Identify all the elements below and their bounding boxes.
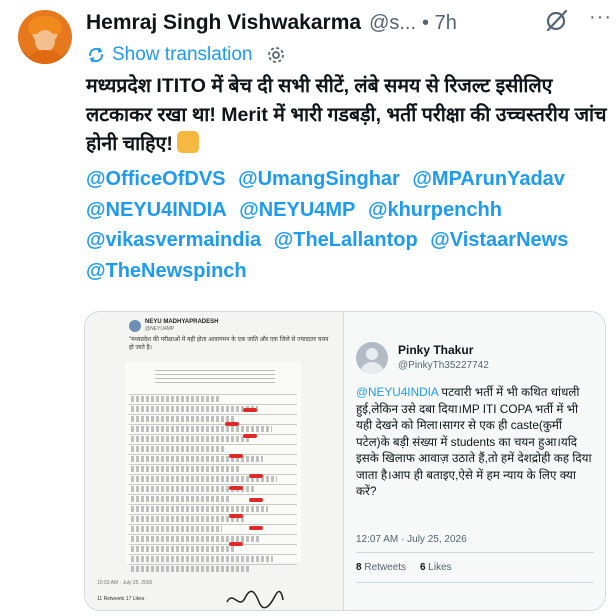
avatar-robe bbox=[24, 50, 66, 64]
quoted-stats: 8 Retweets 6 Likes bbox=[356, 562, 452, 573]
sheet-row-line bbox=[129, 414, 297, 415]
sheet-row-text bbox=[131, 526, 222, 532]
sheet-row-text bbox=[131, 456, 263, 462]
sheet-row-text bbox=[131, 466, 240, 472]
mention-link[interactable]: @NEYU4INDIA bbox=[86, 199, 227, 221]
sheet-row-text bbox=[131, 496, 231, 502]
sheet-row-text bbox=[131, 406, 258, 412]
signature-mark bbox=[226, 590, 284, 609]
sheet-row-text bbox=[131, 426, 272, 432]
show-translation-button[interactable]: Show translation bbox=[86, 42, 286, 68]
quoted-author-name: Pinky Thakur bbox=[398, 343, 474, 357]
doc-footer-time: 10:03 AM · July 25, 2026 bbox=[97, 580, 153, 586]
sheet-row-line bbox=[129, 504, 297, 505]
author-handle[interactable]: @s... bbox=[369, 12, 416, 35]
like-count: 6 bbox=[419, 562, 426, 573]
tweet-time[interactable]: • 7h bbox=[422, 12, 457, 35]
red-highlight-mark bbox=[229, 454, 243, 458]
sheet-row-line bbox=[129, 494, 297, 495]
more-options-icon[interactable]: ··· bbox=[589, 6, 612, 29]
sheet-row-line bbox=[129, 464, 297, 465]
mention-link[interactable]: @MPArunYadav bbox=[412, 168, 565, 190]
sheet-row-line bbox=[129, 454, 297, 455]
sheet-row-text bbox=[131, 416, 235, 422]
retweet-count: 8 bbox=[356, 562, 362, 573]
quoted-timestamp: 12:07 AM · July 25, 2026 bbox=[356, 534, 467, 545]
mention-link[interactable]: @vikasvermaindia bbox=[86, 229, 261, 251]
sheet-row-line bbox=[129, 554, 297, 555]
tweet-text: मध्यप्रदेश ITITO में बेच दी सभी सीटें, ल… bbox=[86, 72, 610, 159]
sheet-row-text bbox=[131, 446, 226, 452]
media-grid: NEYU MADHYAPRADESH @NEYU4MP "मध्यप्रदेश … bbox=[84, 311, 606, 611]
mention-link[interactable]: @khurpenchh bbox=[368, 199, 502, 221]
gear-icon[interactable] bbox=[266, 45, 286, 65]
mention-link[interactable]: @OfficeOfDVS bbox=[86, 168, 226, 190]
quoted-tweet-text: @NEYU4INDIA पटवारी भर्ती में भी कथित धां… bbox=[356, 384, 594, 500]
sheet-row-text bbox=[131, 396, 221, 402]
sheet-row-text bbox=[131, 516, 245, 522]
doc-account-name: NEYU MADHYAPRADESH bbox=[145, 319, 219, 325]
mention-link[interactable]: @NEYU4MP bbox=[239, 199, 355, 221]
quoted-avatar bbox=[356, 342, 388, 374]
doc-footer-stats: 11 Retweets 17 Likes bbox=[97, 596, 145, 602]
show-translation-label: Show translation bbox=[112, 44, 253, 65]
tweet-header: Hemraj Singh Vishwakarma @s... • 7h bbox=[86, 8, 606, 38]
mention-link[interactable]: @TheNewspinch bbox=[86, 260, 247, 282]
mention-link[interactable]: @UmangSinghar bbox=[238, 168, 400, 190]
red-highlight-mark bbox=[225, 422, 239, 426]
quoted-author-handle: @PinkyTh35227742 bbox=[398, 360, 489, 371]
tweet-mentions: @OfficeOfDVS @UmangSinghar @MPArunYadav … bbox=[86, 164, 610, 286]
red-highlight-mark bbox=[229, 542, 243, 546]
sheet-row-text bbox=[131, 506, 268, 512]
avatar-face bbox=[35, 30, 55, 52]
red-highlight-mark bbox=[243, 434, 257, 438]
document-image[interactable]: NEYU MADHYAPRADESH @NEYU4MP "मध्यप्रदेश … bbox=[85, 312, 344, 610]
doc-account-handle: @NEYU4MP bbox=[145, 326, 175, 332]
author-avatar[interactable] bbox=[18, 10, 72, 64]
red-highlight-mark bbox=[249, 498, 263, 502]
tweet-text-content: मध्यप्रदेश ITITO में बेच दी सभी सीटें, ल… bbox=[86, 75, 607, 155]
sheet-row-line bbox=[129, 564, 297, 565]
doc-caption: "मध्यप्रदेश की परीक्षाओं में यही होता आव… bbox=[129, 337, 329, 351]
sheet-row-text bbox=[131, 436, 249, 442]
grok-icon[interactable] bbox=[544, 8, 570, 34]
sheet-row-text bbox=[131, 556, 273, 562]
mention-link[interactable]: @TheLallantop bbox=[274, 229, 418, 251]
sheet-row-line bbox=[129, 514, 297, 515]
divider bbox=[356, 582, 594, 583]
author-name[interactable]: Hemraj Singh Vishwakarma bbox=[86, 11, 361, 35]
sheet-row-line bbox=[129, 404, 297, 405]
sheet-row-text bbox=[131, 546, 236, 552]
translate-refresh-icon bbox=[88, 47, 104, 63]
mention-link[interactable]: @VistaarNews bbox=[430, 229, 568, 251]
doc-avatar bbox=[129, 320, 141, 332]
sheet-row-line bbox=[129, 524, 297, 525]
sheet-row-line bbox=[129, 484, 297, 485]
result-sheet bbox=[125, 362, 301, 609]
sheet-row-line bbox=[129, 534, 297, 535]
raised-fist-icon bbox=[176, 131, 199, 153]
red-highlight-mark bbox=[229, 514, 243, 518]
red-highlight-mark bbox=[249, 526, 263, 530]
sheet-row-line bbox=[129, 394, 297, 395]
like-label: Likes bbox=[428, 562, 452, 573]
sheet-row-line bbox=[129, 434, 297, 435]
red-highlight-mark bbox=[229, 486, 243, 490]
sheet-row-line bbox=[129, 444, 297, 445]
sheet-header-lines bbox=[155, 370, 275, 384]
retweet-label: Retweets bbox=[364, 562, 407, 573]
quoted-tweet-image[interactable]: Pinky Thakur @PinkyTh35227742 @NEYU4INDI… bbox=[344, 312, 605, 610]
red-highlight-mark bbox=[243, 408, 257, 412]
quoted-text-body: पटवारी भर्ती में भी कथित धांधली हुई,लेकि… bbox=[356, 385, 592, 498]
red-highlight-mark bbox=[249, 474, 263, 478]
sheet-row-line bbox=[129, 424, 297, 425]
sheet-row-text bbox=[131, 566, 250, 572]
quoted-mention: @NEYU4INDIA bbox=[356, 385, 439, 399]
sheet-row-line bbox=[129, 474, 297, 475]
sheet-row-line bbox=[129, 544, 297, 545]
divider bbox=[356, 552, 594, 553]
